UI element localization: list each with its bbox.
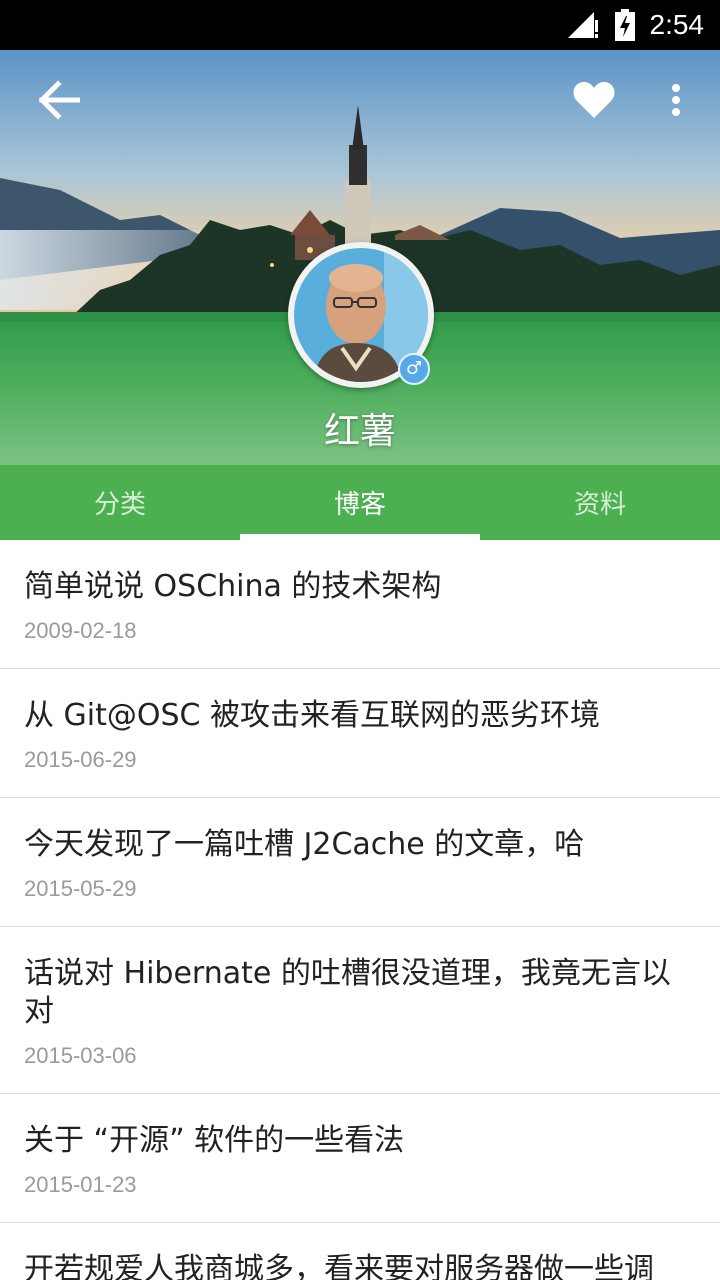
more-vertical-icon — [672, 84, 680, 116]
blog-title: 关于 “开源” 软件的一些看法 — [24, 1123, 405, 1158]
status-time: 2:54 — [649, 9, 705, 40]
list-item[interactable]: 从 Git@OSC 被攻击来看互联网的恶劣环境 2015-06-29 — [0, 669, 720, 798]
arrow-left-icon — [38, 80, 80, 120]
blog-date: 2015-05-29 — [24, 876, 137, 901]
blog-title: 开若规爱人我商城多，看来要对服务器做一些调 — [24, 1252, 654, 1280]
tab-blog[interactable]: 博客 — [240, 465, 480, 540]
more-options-button[interactable] — [652, 72, 700, 128]
tab-label: 分类 — [93, 490, 146, 520]
blog-date: 2009-02-18 — [24, 618, 137, 643]
status-bar: 2:54 — [0, 0, 720, 50]
signal-icon — [567, 12, 598, 38]
list-item[interactable]: 话说对 Hibernate 的吐槽很没道理，我竟无言以对 2015-03-06 — [0, 927, 720, 1094]
blog-list: 简单说说 OSChina 的技术架构 2009-02-18 从 Git@OSC … — [0, 540, 720, 1280]
tab-label: 博客 — [333, 490, 386, 520]
favorite-button[interactable] — [566, 72, 622, 128]
blog-title: 简单说说 OSChina 的技术架构 — [24, 569, 442, 604]
heart-icon — [573, 82, 615, 118]
list-item[interactable]: 关于 “开源” 软件的一些看法 2015-01-23 — [0, 1094, 720, 1223]
user-name: 红薯 — [323, 411, 396, 452]
list-item[interactable]: 简单说说 OSChina 的技术架构 2009-02-18 — [0, 540, 720, 669]
list-item[interactable]: 开若规爱人我商城多，看来要对服务器做一些调 — [0, 1223, 720, 1280]
blog-date: 2015-01-23 — [24, 1172, 137, 1197]
list-item[interactable]: 今天发现了一篇吐槽 J2Cache 的文章，哈 2015-05-29 — [0, 798, 720, 927]
tab-label: 资料 — [573, 490, 626, 520]
blog-title: 从 Git@OSC 被攻击来看互联网的恶劣环境 — [24, 698, 601, 733]
tab-profile[interactable]: 资料 — [480, 465, 720, 540]
tab-category[interactable]: 分类 — [0, 465, 240, 540]
status-icons: 2:54 — [566, 8, 705, 42]
gender-male-icon: ♂ — [398, 353, 430, 385]
profile-header: ♂ 红薯 — [0, 50, 720, 465]
blog-date: 2015-06-29 — [24, 747, 137, 772]
back-button[interactable] — [28, 72, 88, 128]
blog-title: 话说对 Hibernate 的吐槽很没道理，我竟无言以对 — [24, 956, 671, 1029]
battery-icon — [614, 9, 635, 41]
blog-title: 今天发现了一篇吐槽 J2Cache 的文章，哈 — [24, 827, 585, 862]
blog-date: 2015-03-06 — [24, 1043, 137, 1068]
tab-bar: 分类 博客 资料 — [0, 465, 720, 540]
